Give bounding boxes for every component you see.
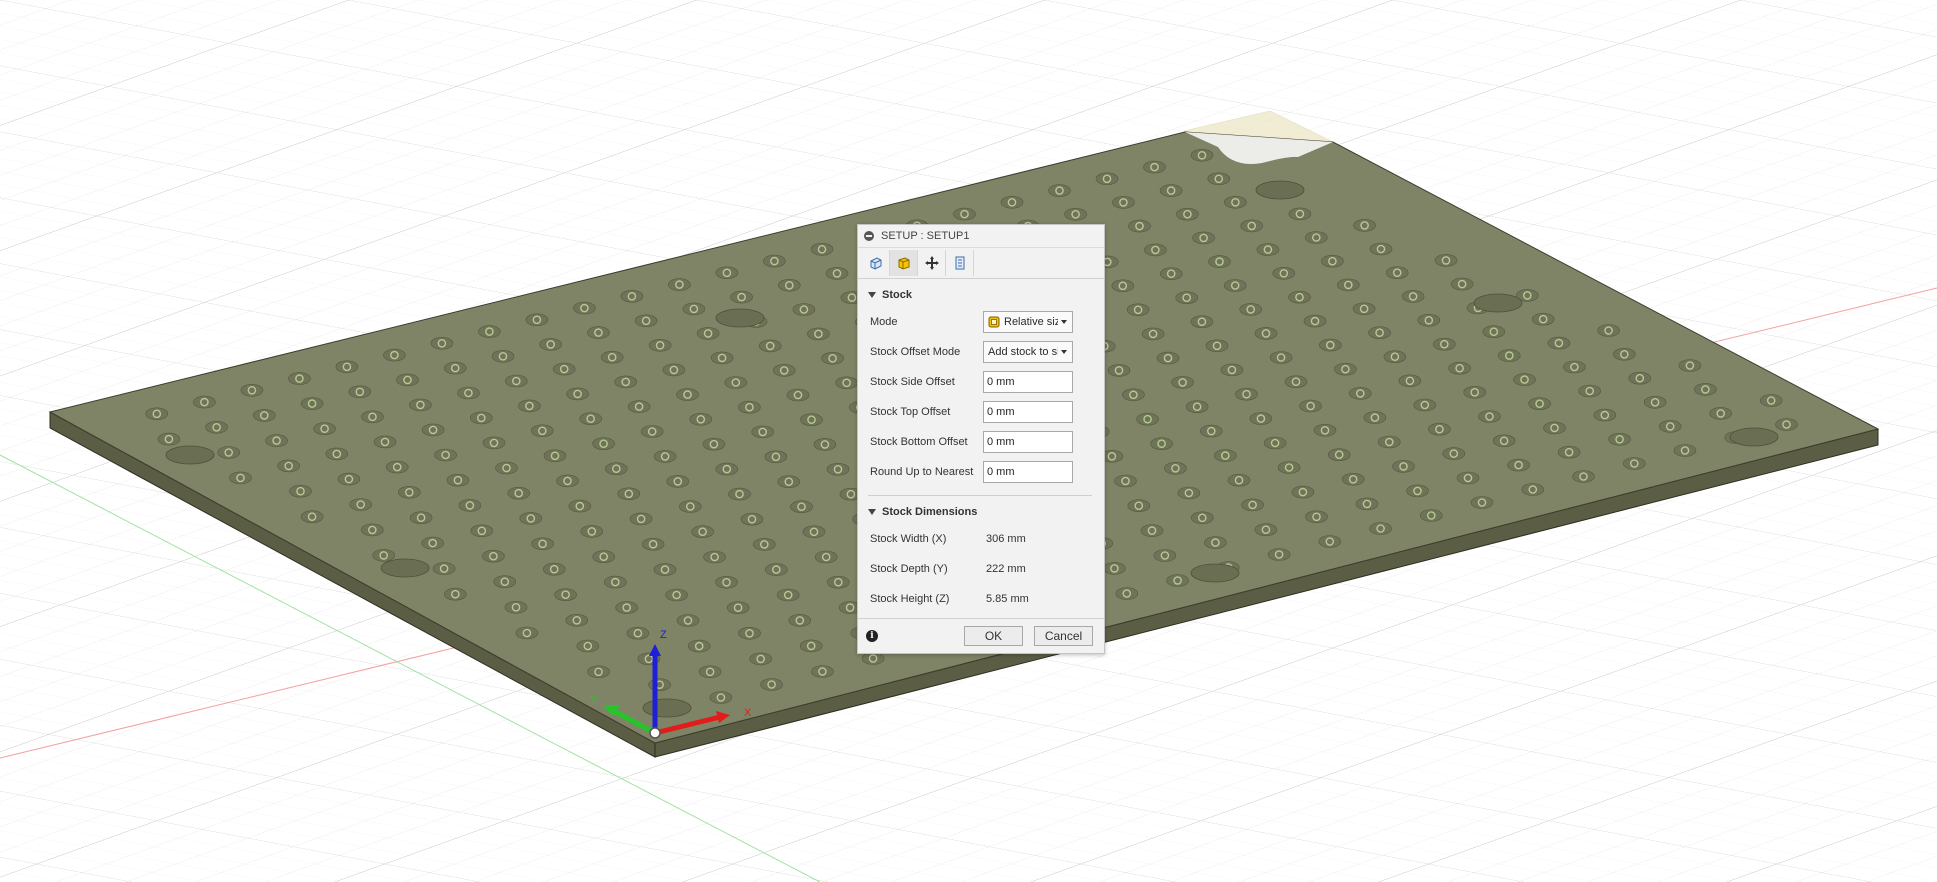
- dowel-hole: [1255, 180, 1305, 200]
- stock-depth-value: 222 mm: [986, 563, 1026, 575]
- stock-icon: [898, 257, 909, 270]
- stock-width-row: Stock Width (X) 306 mm: [858, 524, 1104, 554]
- setup-icon: [870, 257, 881, 270]
- stock-section-header[interactable]: Stock: [858, 283, 1104, 307]
- dowel-hole: [715, 308, 765, 328]
- dowel-hole: [1190, 563, 1240, 583]
- round-up-input[interactable]: [983, 461, 1073, 483]
- dialog-tabbar: [858, 248, 1104, 279]
- dialog-titlebar[interactable]: SETUP : SETUP1: [858, 225, 1104, 248]
- stock-width-label: Stock Width (X): [870, 533, 947, 545]
- origin-point[interactable]: [649, 727, 661, 739]
- mode-row: Mode Relative size box: [858, 307, 1104, 337]
- side-offset-label: Stock Side Offset: [870, 376, 955, 388]
- round-up-row: Round Up to Nearest: [858, 457, 1104, 487]
- dowel-hole: [1473, 293, 1523, 313]
- bottom-offset-label: Stock Bottom Offset: [870, 436, 968, 448]
- mode-label: Mode: [870, 316, 898, 328]
- offset-mode-label: Stock Offset Mode: [870, 346, 961, 358]
- dowel-hole: [380, 558, 430, 578]
- tab-stock[interactable]: [890, 250, 918, 276]
- collapse-icon[interactable]: [864, 231, 874, 241]
- dimensions-section-header[interactable]: Stock Dimensions: [858, 500, 1104, 524]
- dowel-hole: [165, 445, 215, 465]
- y-axis-label: Y: [590, 694, 598, 706]
- dialog-title: SETUP : SETUP1: [881, 230, 970, 242]
- section-divider: [868, 495, 1092, 496]
- top-offset-input[interactable]: [983, 401, 1073, 423]
- side-offset-input[interactable]: [983, 371, 1073, 393]
- x-axis-label: X: [744, 707, 752, 719]
- round-up-label: Round Up to Nearest: [870, 466, 974, 478]
- stock-height-label: Stock Height (Z): [870, 593, 950, 605]
- stock-depth-row: Stock Depth (Y) 222 mm: [858, 554, 1104, 584]
- post-process-icon: [955, 256, 964, 270]
- chevron-down-icon: [1061, 320, 1067, 324]
- stock-depth-label: Stock Depth (Y): [870, 563, 948, 575]
- stock-height-value: 5.85 mm: [986, 593, 1029, 605]
- dimensions-section-title: Stock Dimensions: [882, 506, 978, 518]
- offset-mode-value: Add stock to sides and top-bottom: [988, 346, 1058, 358]
- mode-value: Relative size box: [1004, 316, 1058, 328]
- section-expand-icon: [868, 292, 876, 298]
- relative-size-box-icon: [988, 316, 1000, 328]
- chevron-down-icon: [1061, 350, 1067, 354]
- info-icon[interactable]: i: [866, 630, 878, 642]
- top-offset-label: Stock Top Offset: [870, 406, 951, 418]
- tab-move-origin[interactable]: [918, 250, 946, 276]
- tab-post-process[interactable]: [946, 250, 974, 276]
- top-offset-row: Stock Top Offset: [858, 397, 1104, 427]
- offset-mode-dropdown[interactable]: Add stock to sides and top-bottom: [983, 341, 1073, 363]
- setup-dialog: SETUP : SETUP1 Stock Mode Relative siz S…: [857, 224, 1105, 654]
- dowel-hole: [642, 698, 692, 718]
- move-origin-icon: [924, 256, 939, 270]
- side-offset-row: Stock Side Offset: [858, 367, 1104, 397]
- ok-button[interactable]: OK: [964, 626, 1023, 646]
- cancel-button[interactable]: Cancel: [1034, 626, 1093, 646]
- tab-setup[interactable]: [862, 250, 890, 276]
- stock-section-title: Stock: [882, 289, 912, 301]
- bottom-offset-input[interactable]: [983, 431, 1073, 453]
- dowel-hole: [1729, 427, 1779, 447]
- offset-mode-row: Stock Offset Mode Add stock to sides and…: [858, 337, 1104, 367]
- mode-dropdown[interactable]: Relative size box: [983, 311, 1073, 333]
- z-axis-label: Z: [660, 629, 667, 641]
- bottom-offset-row: Stock Bottom Offset: [858, 427, 1104, 457]
- dialog-footer: i OK Cancel: [858, 618, 1104, 653]
- stock-width-value: 306 mm: [986, 533, 1026, 545]
- section-expand-icon: [868, 509, 876, 515]
- stock-height-row: Stock Height (Z) 5.85 mm: [858, 584, 1104, 614]
